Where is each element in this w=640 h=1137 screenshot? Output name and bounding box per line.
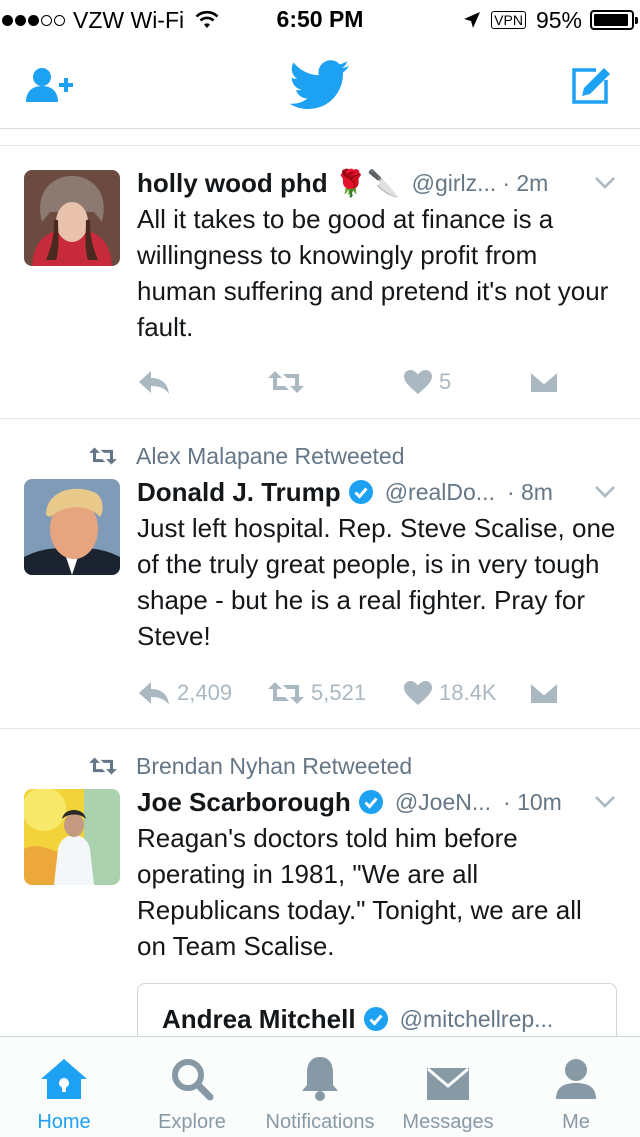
like-count: 5 [439,369,452,394]
envelope-icon [529,370,559,394]
chevron-down-icon[interactable] [594,795,616,809]
tweet-actions: 5 [137,362,617,402]
home-icon [41,1059,87,1099]
like-count: 18.4K [439,680,497,705]
tweet-timestamp: · 10m [503,788,562,815]
tab-label: Explore [158,1111,226,1133]
battery-icon [590,10,638,30]
reply-icon [139,371,169,394]
like-button[interactable]: 18.4K [403,673,497,713]
tweet-text: All it takes to be good at finance is a … [137,204,609,342]
tab-home[interactable]: Home [0,1037,128,1137]
bell-icon [302,1057,338,1101]
battery-percent: 95% [535,6,582,33]
tweet-author-handle[interactable]: @JoeN... [395,789,491,816]
tweet-author-name[interactable]: holly wood phd 🌹🔪 [137,168,400,199]
retweet-icon [89,757,117,775]
tab-notifications[interactable]: Notifications [256,1037,384,1137]
heart-icon [404,370,432,394]
tab-label: Messages [402,1111,494,1133]
retweeted-by-label: Brendan Nyhan Retweeted [136,752,413,779]
reply-button[interactable] [137,362,171,402]
tweet-author-name[interactable]: Donald J. Trump [137,477,341,508]
tab-label: Notifications [265,1111,375,1133]
top-nav [0,40,640,129]
tab-bar: Home Explore Notifications Messages Me [0,1036,640,1137]
tweet-author-handle[interactable]: @realDo... [385,479,495,506]
quoted-tweet[interactable]: Andrea Mitchell @mitchellrep... [137,983,617,1037]
heart-icon [404,681,432,705]
twitter-bird-icon[interactable] [289,60,350,110]
envelope-icon [529,681,559,705]
location-arrow-icon [464,12,481,28]
status-right: VPN 95% [463,6,638,34]
quoted-author-handle[interactable]: @mitchellrep... [400,1006,554,1033]
tweet-text: Just left hospital. Rep. Steve Scalise, … [137,513,616,651]
search-icon [172,1059,214,1101]
vpn-badge: VPN [491,11,526,29]
direct-message-button[interactable] [529,673,559,713]
tweet[interactable]: Brendan Nyhan Retweeted Joe Scarborough … [0,729,640,1037]
like-button[interactable]: 5 [403,362,451,402]
reply-button[interactable]: 2,409 [137,673,232,713]
tweet-timestamp: · 8m [506,478,553,505]
tweet[interactable]: holly wood phd 🌹🔪 @girlz... · 2m All it … [0,146,640,419]
reply-count: 2,409 [177,680,233,705]
tab-label: Home [37,1111,91,1133]
retweet-button[interactable]: 5,521 [267,673,366,713]
retweet-count: 5,521 [311,680,367,705]
avatar[interactable] [24,789,120,885]
chevron-down-icon[interactable] [594,176,616,190]
compose-icon[interactable] [562,62,618,110]
tweet-text: Reagan's doctors told him before operati… [137,823,582,961]
verified-badge-icon [358,790,383,814]
retweet-context[interactable]: Alex Malapane Retweeted [88,441,405,471]
retweet-icon [89,447,117,465]
tweet-actions: 2,409 5,521 18.4K [137,673,617,713]
avatar[interactable] [24,170,120,266]
quoted-author-name[interactable]: Andrea Mitchell [162,1004,356,1035]
chevron-down-icon[interactable] [594,485,616,499]
tweet-timestamp: · 2m [502,169,549,196]
tweet-author-handle[interactable]: @girlz... [412,170,497,197]
profile-icon [556,1059,596,1099]
tweet[interactable]: Alex Malapane Retweeted Donald J. Trump … [0,419,640,729]
verified-badge-icon [363,1007,388,1031]
status-bar: VZW Wi-Fi 6:50 PM VPN 95% [0,0,640,40]
envelope-icon [427,1067,469,1100]
retweeted-by-label: Alex Malapane Retweeted [136,442,405,469]
tab-me[interactable]: Me [512,1037,640,1137]
tweet-author-name[interactable]: Joe Scarborough [137,787,351,818]
retweet-icon [268,371,304,393]
add-user-icon[interactable] [22,62,78,110]
tab-label: Me [562,1111,590,1133]
retweet-button[interactable] [267,362,305,402]
retweet-context[interactable]: Brendan Nyhan Retweeted [88,751,412,781]
direct-message-button[interactable] [529,362,559,402]
retweet-icon [268,682,304,704]
reply-icon [139,682,169,705]
tab-explore[interactable]: Explore [128,1037,256,1137]
tab-messages[interactable]: Messages [384,1037,512,1137]
verified-badge-icon [348,480,373,504]
avatar[interactable] [24,479,120,575]
timeline: holly wood phd 🌹🔪 @girlz... · 2m All it … [0,145,640,1037]
